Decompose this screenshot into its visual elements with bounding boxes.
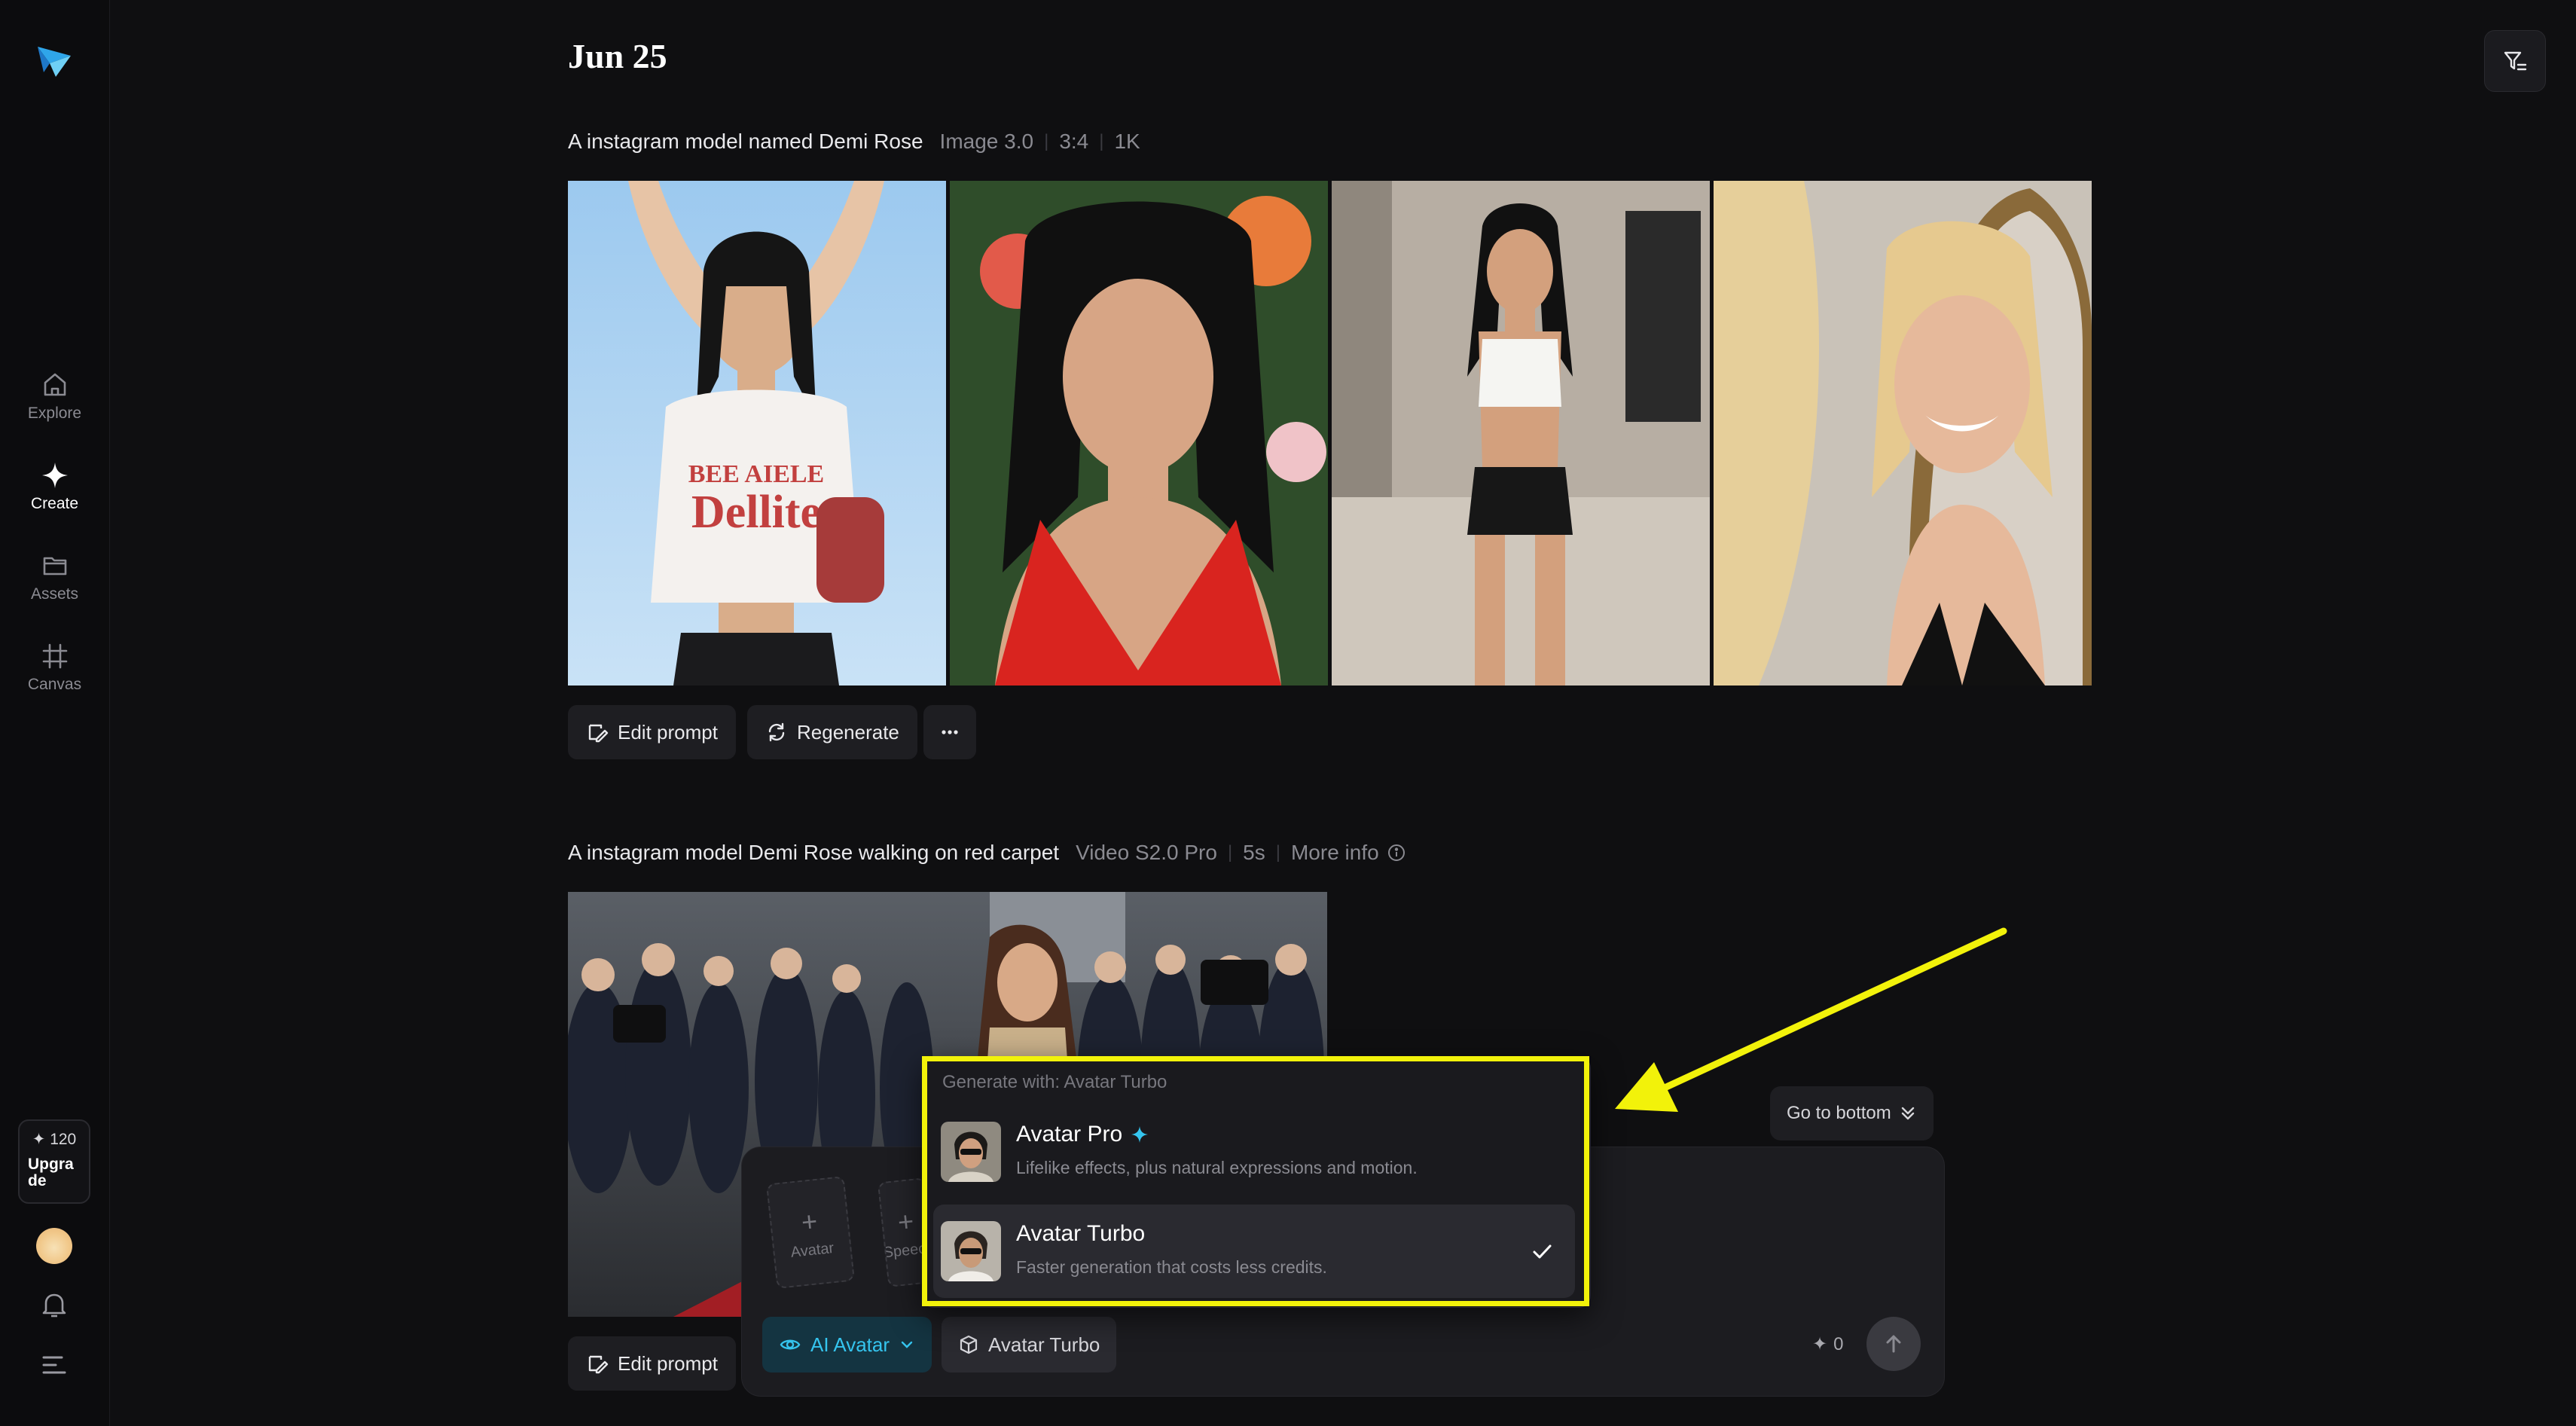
send-button[interactable] <box>1866 1317 1921 1371</box>
filter-button[interactable] <box>2484 30 2546 92</box>
generation-2-model: Video S2.0 Pro <box>1076 841 1217 864</box>
eye-icon <box>780 1339 801 1350</box>
sparkle-icon <box>1131 1126 1149 1143</box>
model-option-avatar-pro[interactable]: Avatar Pro Lifelike effects, plus natura… <box>933 1105 1575 1199</box>
generation-1-header: A instagram model named Demi Rose Image … <box>568 130 1140 154</box>
mode-selector[interactable]: AI Avatar <box>762 1317 932 1373</box>
folder-icon <box>43 557 66 576</box>
mode-label: AI Avatar <box>810 1333 890 1356</box>
sidebar: Explore Create Assets Canvas ✦ 120 Upgra… <box>0 0 110 1426</box>
credit-cost: ✦ 0 <box>1812 1333 1843 1355</box>
generation-2-header: A instagram model Demi Rose walking on r… <box>568 841 1406 865</box>
refresh-icon <box>768 722 785 742</box>
edit-prompt-label: Edit prompt <box>618 720 718 744</box>
app-logo-icon[interactable] <box>33 39 75 81</box>
model-option-avatar-turbo[interactable]: Avatar Turbo Faster generation that cost… <box>933 1205 1575 1298</box>
svg-text:BEE AIELE: BEE AIELE <box>688 460 824 488</box>
generation-2-duration: 5s <box>1243 841 1265 864</box>
avatar-upload-slot[interactable]: + Avatar <box>765 1175 856 1290</box>
avatar-pro-thumbnail <box>941 1122 1001 1182</box>
generated-image-3[interactable] <box>1332 181 1710 686</box>
separator: | <box>1044 131 1049 151</box>
info-icon[interactable] <box>1387 843 1406 863</box>
more-info-link[interactable]: More info <box>1291 841 1379 865</box>
nav-explore[interactable]: Explore <box>0 360 109 432</box>
menu-toggle-icon[interactable] <box>39 1350 69 1380</box>
arrow-up-icon <box>1886 1335 1901 1353</box>
edit-prompt-button-2[interactable]: Edit prompt <box>568 1336 736 1391</box>
plus-icon: + <box>896 1205 916 1238</box>
avatar-pro-title: Avatar Pro <box>1016 1122 1149 1147</box>
nav-create-label: Create <box>30 495 79 512</box>
more-options-button[interactable] <box>923 705 976 759</box>
generated-image-4[interactable] <box>1714 181 2092 686</box>
regenerate-button[interactable]: Regenerate <box>747 705 917 759</box>
avatar-pro-name: Avatar Pro <box>1016 1122 1123 1147</box>
regenerate-label: Regenerate <box>797 720 899 744</box>
plus-icon: + <box>799 1205 819 1238</box>
nav-canvas[interactable]: Canvas <box>0 631 109 704</box>
svg-text:Dellite: Dellite <box>691 487 821 538</box>
generated-image-2[interactable] <box>950 181 1328 686</box>
upgrade-button[interactable]: ✦ 120 Upgrade <box>18 1119 90 1204</box>
avatar-turbo-title: Avatar Turbo <box>1016 1221 1145 1247</box>
model-selector[interactable]: Avatar Turbo <box>942 1317 1117 1373</box>
go-to-bottom-label: Go to bottom <box>1787 1103 1891 1123</box>
credits-count: ✦ 120 <box>32 1131 77 1148</box>
avatar-slot-label: Avatar <box>789 1239 835 1261</box>
filter-icon <box>2504 51 2527 71</box>
nav-canvas-label: Canvas <box>27 676 82 693</box>
avatar-turbo-name: Avatar Turbo <box>1016 1221 1146 1246</box>
generated-image-1[interactable]: BEE AIELE Dellite <box>568 181 946 686</box>
generation-2-prompt: A instagram model Demi Rose walking on r… <box>568 841 1060 864</box>
bell-icon[interactable] <box>38 1288 71 1321</box>
generation-1-resolution: 1K <box>1114 130 1140 153</box>
dropdown-header: Generate with: Avatar Turbo <box>942 1072 1167 1092</box>
separator: | <box>1275 842 1280 863</box>
home-icon <box>44 373 66 396</box>
credit-cost-value: 0 <box>1833 1333 1844 1354</box>
nav-assets-label: Assets <box>30 585 79 603</box>
nav-assets[interactable]: Assets <box>0 541 109 613</box>
edit-icon <box>588 724 609 743</box>
avatar-turbo-description: Faster generation that costs less credit… <box>1016 1257 1327 1277</box>
edit-prompt-button[interactable]: Edit prompt <box>568 705 736 759</box>
edit-prompt-label: Edit prompt <box>618 1351 718 1375</box>
generation-1-ratio: 3:4 <box>1059 130 1089 153</box>
avatar-pro-description: Lifelike effects, plus natural expressio… <box>1016 1158 1418 1177</box>
model-label: Avatar Turbo <box>988 1333 1100 1356</box>
generation-1-prompt: A instagram model named Demi Rose <box>568 130 923 153</box>
frame-icon <box>42 643 67 669</box>
upgrade-label: Upgrade <box>28 1156 74 1189</box>
nav-explore-label: Explore <box>27 405 82 422</box>
page-title: Jun 25 <box>568 37 667 75</box>
edit-icon <box>588 1355 609 1374</box>
double-chevron-down-icon <box>1901 1107 1914 1120</box>
model-dropdown: Generate with: Avatar Turbo Avatar Pro L… <box>922 1056 1591 1308</box>
chevron-down-icon <box>901 1341 913 1348</box>
sparkle-icon: ✦ <box>1812 1334 1828 1354</box>
sparkle-icon <box>41 463 68 488</box>
go-to-bottom-button[interactable]: Go to bottom <box>1770 1086 1934 1140</box>
nav-create[interactable]: Create <box>0 450 109 523</box>
cube-icon <box>960 1335 978 1354</box>
user-avatar[interactable] <box>36 1228 72 1264</box>
separator: | <box>1227 842 1233 863</box>
separator: | <box>1099 131 1104 151</box>
checkmark-icon <box>1533 1244 1552 1259</box>
avatar-turbo-thumbnail <box>941 1221 1001 1281</box>
more-horizontal-icon <box>942 730 958 734</box>
generation-1-model: Image 3.0 <box>939 130 1034 153</box>
